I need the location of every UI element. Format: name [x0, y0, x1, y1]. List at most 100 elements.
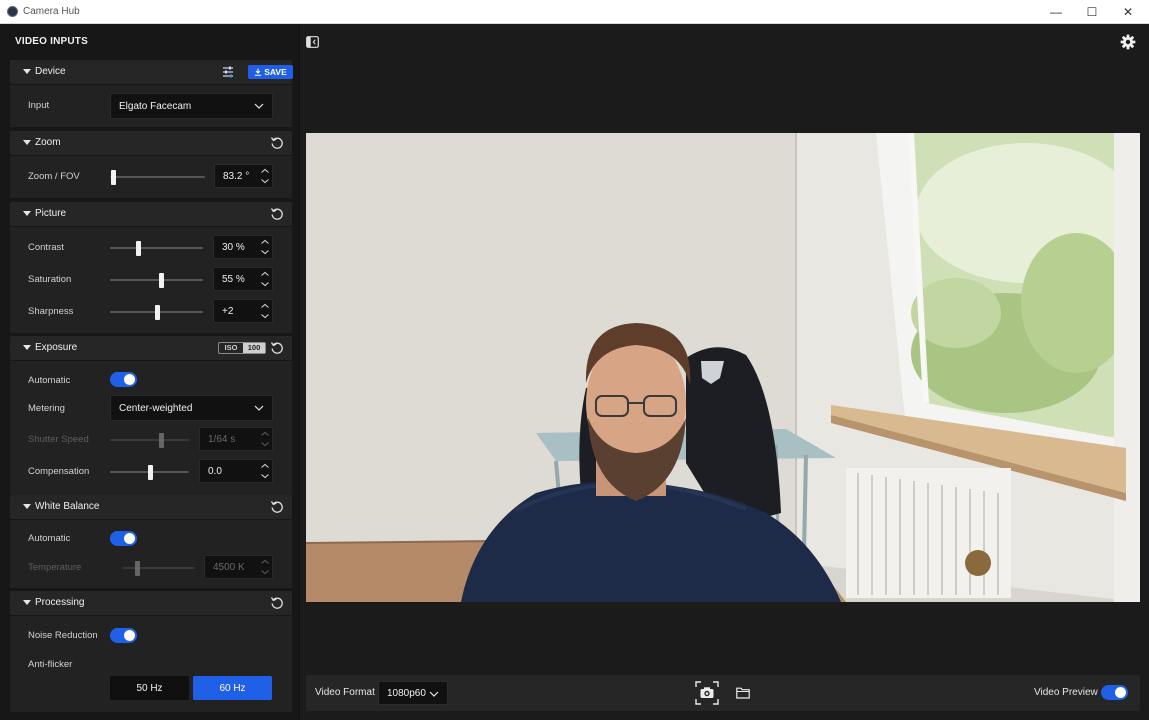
- collapse-triangle-icon: [23, 69, 31, 74]
- collapse-sidebar-icon[interactable]: [306, 36, 319, 48]
- preview-area: Video Format 1080p60 Video Preview: [301, 24, 1149, 720]
- slider-track: [110, 279, 203, 281]
- reset-icon[interactable]: [270, 207, 284, 221]
- reset-icon[interactable]: [270, 341, 284, 355]
- bottom-toolbar: Video Format 1080p60 Video Preview: [306, 675, 1140, 711]
- collapse-triangle-icon: [23, 504, 31, 509]
- chevron-down-icon: [254, 405, 264, 411]
- slider-thumb[interactable]: [155, 305, 160, 320]
- contrast-slider[interactable]: [110, 241, 203, 256]
- device-section-body: Input Elgato Facecam: [10, 85, 292, 127]
- toggle-knob: [124, 374, 135, 385]
- minimize-button[interactable]: —: [1038, 0, 1074, 24]
- noise-reduction-toggle[interactable]: [110, 628, 137, 643]
- input-label: Input: [28, 100, 50, 111]
- spin-arrows-icon[interactable]: [258, 268, 272, 290]
- exposure-automatic-toggle[interactable]: [110, 372, 137, 387]
- panel-title: VIDEO INPUTS: [15, 36, 88, 47]
- iso-badge: ISO 100: [218, 342, 266, 354]
- toggle-knob: [1115, 687, 1126, 698]
- save-button[interactable]: SAVE: [248, 65, 293, 79]
- contrast-label: Contrast: [28, 242, 64, 253]
- folder-icon[interactable]: [736, 687, 750, 699]
- shutter-speed-spinbox: 1/64 s: [199, 427, 273, 451]
- slider-thumb: [159, 433, 164, 448]
- spin-arrows-icon[interactable]: [258, 236, 272, 258]
- slider-thumb: [135, 561, 140, 576]
- reset-icon[interactable]: [270, 500, 284, 514]
- metering-label: Metering: [28, 403, 65, 414]
- slider-thumb[interactable]: [136, 241, 141, 256]
- title-bar: Camera Hub — ☐ ✕: [0, 0, 1149, 24]
- wb-automatic-label: Automatic: [28, 533, 71, 544]
- exposure-section-header[interactable]: Exposure ISO 100: [10, 336, 292, 360]
- chevron-down-icon: [254, 103, 264, 109]
- input-dropdown-value: Elgato Facecam: [119, 101, 192, 112]
- zoom-fov-slider[interactable]: [110, 170, 205, 185]
- reset-icon[interactable]: [270, 596, 284, 610]
- video-format-value: 1080p60: [387, 688, 426, 699]
- reset-icon[interactable]: [270, 136, 284, 150]
- video-preview-toggle[interactable]: [1101, 685, 1128, 700]
- sharpness-label: Sharpness: [28, 306, 74, 317]
- slider-thumb[interactable]: [111, 170, 116, 185]
- contrast-value: 30 %: [222, 242, 245, 253]
- camera-preview: [306, 133, 1140, 602]
- zoom-section-body: Zoom / FOV 83.2 °: [10, 156, 292, 198]
- metering-dropdown[interactable]: Center-weighted: [110, 395, 273, 421]
- saturation-spinbox[interactable]: 55 %: [213, 267, 273, 291]
- close-button[interactable]: ✕: [1110, 0, 1146, 24]
- compensation-spinbox[interactable]: 0.0: [199, 459, 273, 483]
- temperature-value: 4500 K: [213, 562, 245, 573]
- white-balance-section-header[interactable]: White Balance: [10, 495, 292, 519]
- sharpness-slider[interactable]: [110, 305, 203, 320]
- anti-flicker-60hz-button[interactable]: 60 Hz: [193, 676, 272, 700]
- white-balance-section-title: White Balance: [35, 501, 100, 512]
- wb-automatic-toggle[interactable]: [110, 531, 137, 546]
- spin-arrows-icon[interactable]: [258, 460, 272, 482]
- slider-thumb[interactable]: [148, 465, 153, 480]
- exposure-automatic-label: Automatic: [28, 375, 71, 386]
- iso-value: 100: [243, 343, 265, 353]
- exposure-section-body: Automatic Metering Center-weighted Shutt…: [10, 361, 292, 495]
- video-format-dropdown[interactable]: 1080p60: [378, 681, 448, 705]
- picture-section-body: Contrast 30 % Saturation 55 % Sharpness …: [10, 227, 292, 333]
- zoom-fov-spinbox[interactable]: 83.2 °: [214, 164, 273, 188]
- slider-track: [110, 439, 189, 441]
- collapse-triangle-icon: [23, 345, 31, 350]
- temperature-slider: [123, 561, 195, 576]
- zoom-fov-value: 83.2 °: [223, 171, 250, 182]
- gear-icon[interactable]: [1120, 34, 1136, 50]
- processing-section-header[interactable]: Processing: [10, 591, 292, 615]
- collapse-triangle-icon: [23, 600, 31, 605]
- sharpness-spinbox[interactable]: +2: [213, 299, 273, 323]
- white-balance-section-body: Automatic Temperature 4500 K: [10, 520, 292, 588]
- noise-reduction-label: Noise Reduction: [28, 630, 98, 641]
- spin-arrows-icon[interactable]: [258, 300, 272, 322]
- zoom-section-header[interactable]: Zoom: [10, 131, 292, 155]
- saturation-slider[interactable]: [110, 273, 203, 288]
- spin-arrows-icon: [261, 431, 269, 447]
- temperature-spinbox: 4500 K: [204, 555, 273, 579]
- contrast-spinbox[interactable]: 30 %: [213, 235, 273, 259]
- anti-flicker-label: Anti-flicker: [28, 659, 73, 670]
- slider-track: [110, 176, 205, 178]
- save-button-label: SAVE: [264, 67, 287, 77]
- picture-section-title: Picture: [35, 208, 67, 219]
- slider-track: [110, 247, 203, 249]
- slider-thumb[interactable]: [159, 273, 164, 288]
- processing-section-title: Processing: [35, 597, 85, 608]
- collapse-triangle-icon: [23, 211, 31, 216]
- screenshot-camera-icon[interactable]: [695, 681, 719, 705]
- anti-flicker-50hz-button[interactable]: 50 Hz: [110, 676, 189, 700]
- compensation-slider[interactable]: [110, 465, 189, 480]
- window-title: Camera Hub: [23, 6, 80, 17]
- shutter-speed-label: Shutter Speed: [28, 434, 89, 445]
- video-inputs-panel: VIDEO INPUTS Device SAVE Input Elgato Fa…: [0, 24, 300, 720]
- maximize-button[interactable]: ☐: [1074, 0, 1110, 24]
- input-dropdown[interactable]: Elgato Facecam: [110, 93, 273, 119]
- picture-section-header[interactable]: Picture: [10, 202, 292, 226]
- tune-settings-icon[interactable]: [221, 65, 235, 79]
- device-section-header[interactable]: Device SAVE: [10, 60, 293, 84]
- spin-arrows-icon[interactable]: [258, 165, 272, 187]
